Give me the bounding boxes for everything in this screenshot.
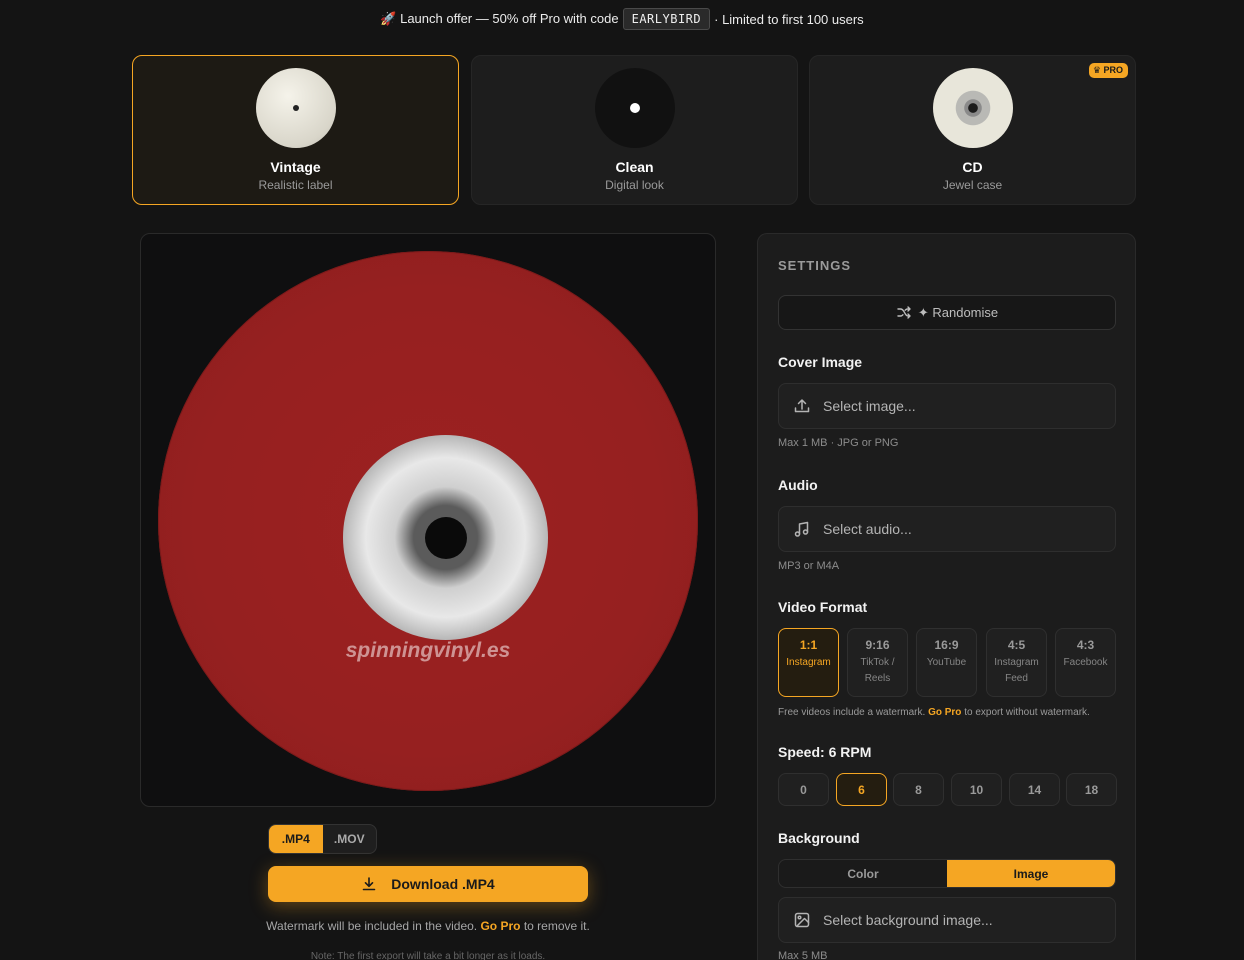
style-name: Clean: [615, 159, 654, 175]
style-card-vintage[interactable]: Vintage Realistic label: [132, 55, 459, 205]
style-card-clean[interactable]: Clean Digital look: [471, 55, 798, 205]
audio-label: Audio: [778, 477, 818, 493]
speed-option-10[interactable]: 10: [951, 773, 1002, 806]
background-image-hint: Max 5 MB: [778, 950, 828, 960]
shuffle-icon: [896, 305, 912, 321]
go-pro-link[interactable]: Go Pro: [480, 919, 520, 933]
format-option-16-9[interactable]: 16:9 YouTube: [916, 628, 977, 697]
vintage-record-thumbnail: [255, 68, 336, 148]
audio-hint: MP3 or M4A: [778, 560, 840, 572]
banner-suffix: · Limited to first 100 users: [714, 11, 864, 27]
export-format-toggle: .MP4 .MOV: [268, 824, 377, 854]
download-icon: [361, 876, 377, 892]
format-option-4-5[interactable]: 4:5 Instagram Feed: [986, 628, 1047, 697]
upload-icon: [793, 397, 811, 415]
style-desc: Realistic label: [258, 178, 333, 192]
first-export-note: Note: The first export will take a bit l…: [310, 951, 546, 960]
cover-image-label: Cover Image: [778, 354, 863, 370]
style-desc: Jewel case: [942, 178, 1003, 192]
go-pro-link[interactable]: Go Pro: [928, 707, 961, 718]
format-option-9-16[interactable]: 9:16 TikTok / Reels: [847, 628, 908, 697]
settings-panel: SETTINGS ✦ Randomise Cover Image Select …: [757, 233, 1136, 960]
style-name: Vintage: [270, 159, 321, 175]
background-image-placeholder: Select background image...: [823, 912, 993, 928]
style-desc: Digital look: [605, 178, 664, 192]
style-name: CD: [962, 159, 983, 175]
cover-image-picker[interactable]: Select image...: [778, 383, 1116, 429]
video-format-label: Video Format: [778, 599, 868, 615]
vinyl-preview: spinningvinyl.es: [140, 233, 716, 807]
background-image-option[interactable]: Image: [947, 860, 1115, 887]
download-button[interactable]: Download .MP4: [268, 866, 588, 902]
watermark-note: Watermark will be included in the video.…: [266, 919, 590, 933]
speed-option-8[interactable]: 8: [893, 773, 944, 806]
record-label-image: [343, 435, 548, 640]
speed-label: Speed: 6 RPM: [778, 744, 872, 760]
background-label: Background: [778, 830, 860, 846]
speed-option-14[interactable]: 14: [1009, 773, 1060, 806]
format-option-4-3[interactable]: 4:3 Facebook: [1055, 628, 1116, 697]
pro-badge: ♛ PRO: [1088, 63, 1128, 78]
banner-text: 🚀 Launch offer — 50% off Pro with code: [380, 11, 619, 26]
format-mov-option[interactable]: .MOV: [323, 825, 377, 853]
audio-picker[interactable]: Select audio...: [778, 506, 1116, 552]
cd-thumbnail: [932, 68, 1013, 148]
vinyl-record: [158, 251, 698, 791]
launch-offer-banner: 🚀 Launch offer — 50% off Pro with code E…: [0, 0, 1244, 38]
cover-image-placeholder: Select image...: [823, 398, 916, 414]
download-label: Download .MP4: [391, 876, 495, 892]
free-watermark-note: Free videos include a watermark. Go Pro …: [778, 707, 1090, 718]
style-card-cd[interactable]: ♛ PRO CD Jewel case: [809, 55, 1136, 205]
randomise-button[interactable]: ✦ Randomise: [778, 295, 1116, 330]
background-color-option[interactable]: Color: [779, 860, 947, 887]
speed-option-6[interactable]: 6: [836, 773, 887, 806]
format-mp4-option[interactable]: .MP4: [269, 825, 323, 853]
settings-title: SETTINGS: [778, 258, 852, 273]
promo-code[interactable]: EARLYBIRD: [622, 8, 711, 30]
audio-placeholder: Select audio...: [823, 521, 912, 537]
format-option-1-1[interactable]: 1:1 Instagram: [778, 628, 839, 697]
randomise-label: ✦ Randomise: [917, 304, 999, 320]
background-type-toggle: Color Image: [778, 859, 1116, 888]
crown-icon: ♛: [1092, 65, 1104, 75]
speed-option-18[interactable]: 18: [1066, 773, 1117, 806]
music-note-icon: [793, 520, 811, 538]
background-image-picker[interactable]: Select background image...: [778, 897, 1116, 943]
clean-record-thumbnail: [594, 68, 675, 148]
image-icon: [793, 911, 811, 929]
cover-image-hint: Max 1 MB · JPG or PNG: [778, 437, 899, 449]
preview-watermark: spinningvinyl.es: [345, 639, 511, 662]
spindle-hole: [425, 517, 467, 559]
speed-option-0[interactable]: 0: [778, 773, 829, 806]
